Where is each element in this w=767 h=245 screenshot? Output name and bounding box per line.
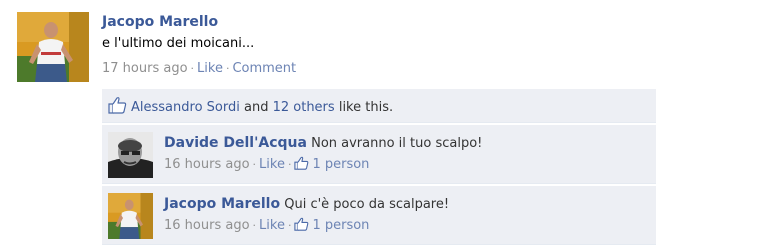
post-comment-link[interactable]: Comment — [232, 61, 296, 76]
comment-timestamp[interactable]: 16 hours ago — [164, 157, 250, 172]
comment-author-avatar[interactable] — [108, 193, 153, 239]
post-author-avatar[interactable] — [17, 12, 89, 82]
post-meta: 17 hours ago · Like · Comment — [102, 60, 657, 78]
comment-timestamp[interactable]: 16 hours ago — [164, 218, 250, 233]
thumbs-up-icon — [108, 96, 127, 114]
comment-author-name[interactable]: Davide Dell'Acqua — [164, 135, 307, 151]
liker-name-link[interactable]: Alessandro Sordi — [131, 100, 240, 115]
comment-like-link[interactable]: Like — [259, 157, 285, 172]
comment-text: Qui c'è poco da scalpare! — [284, 197, 450, 212]
comment-item: Davide Dell'Acqua Non avranno il tuo sca… — [102, 125, 656, 184]
comment-like-count-link[interactable]: 1 person — [312, 218, 369, 233]
likes-summary: Alessandro Sordi and 12 others like this… — [102, 89, 656, 123]
post-author-name[interactable]: Jacopo Marello — [102, 12, 218, 32]
post-timestamp[interactable]: 17 hours ago — [102, 61, 188, 76]
likes-suffix-text: like this. — [338, 100, 394, 115]
comment-author-avatar[interactable] — [108, 132, 153, 178]
feedback-section: Alessandro Sordi and 12 others like this… — [102, 89, 656, 245]
separator: · — [252, 219, 257, 232]
comment-text: Non avranno il tuo scalpo! — [311, 136, 483, 151]
post-like-link[interactable]: Like — [197, 61, 223, 76]
comment-meta: 16 hours ago · Like · 1 person — [164, 217, 644, 235]
thumbs-up-icon — [294, 156, 309, 170]
post-text: e l'ultimo dei moicani... — [102, 36, 255, 51]
comment-item: Jacopo Marello Qui c'è poco da scalpare!… — [102, 186, 656, 245]
likes-others-link[interactable]: 12 others — [273, 100, 335, 115]
comment-meta: 16 hours ago · Like · 1 person — [164, 156, 644, 174]
separator: · — [287, 158, 292, 171]
likes-and-text: and — [243, 100, 269, 115]
comment-like-link[interactable]: Like — [259, 218, 285, 233]
separator: · — [252, 158, 257, 171]
comment-line: Davide Dell'Acqua Non avranno il tuo sca… — [164, 133, 644, 154]
comment-author-name[interactable]: Jacopo Marello — [164, 196, 280, 212]
comment-like-count-link[interactable]: 1 person — [312, 157, 369, 172]
thumbs-up-icon — [294, 217, 309, 231]
separator: · — [190, 62, 195, 75]
separator: · — [287, 219, 292, 232]
separator: · — [225, 62, 230, 75]
comment-line: Jacopo Marello Qui c'è poco da scalpare! — [164, 194, 644, 215]
